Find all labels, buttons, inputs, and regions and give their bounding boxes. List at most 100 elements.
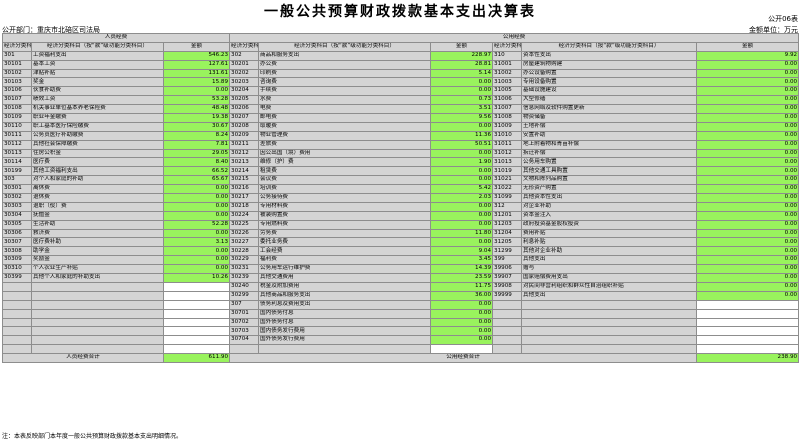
public-right-amount-cell: 0.00 xyxy=(696,104,800,115)
personnel-name-cell: 助学金 xyxy=(31,246,164,257)
table-row: 30702 国外债务付息 0.00 xyxy=(2,317,800,328)
public-mid-amount-cell: 5.14 xyxy=(430,68,494,79)
public-mid-amount-cell: 2.03 xyxy=(430,193,494,203)
personnel-name-cell xyxy=(31,299,164,310)
public-mid-amount-cell: 11.36 xyxy=(430,130,494,141)
table-row: 30302 退休费 0.00 30217 公务接待费 2.03 31099 其他资本性支出 0.… xyxy=(2,193,800,203)
public-right-code-cell: 310 xyxy=(492,50,523,61)
personnel-code-cell: 30111 xyxy=(2,130,32,141)
personnel-code-cell xyxy=(2,308,32,319)
personnel-amount-cell: 29.05 xyxy=(162,148,231,159)
personnel-name-cell: 职业年金缴费 xyxy=(31,113,164,123)
table-row: 30102 津贴补贴 131.61 30202 印刷费 5.14 31002 办公设备购置 0.… xyxy=(2,68,800,79)
personnel-amount-cell xyxy=(162,326,231,337)
personnel-amount-cell: 19.38 xyxy=(162,113,231,123)
personnel-amount-cell: 127.61 xyxy=(162,59,231,70)
personnel-code-cell: 30399 xyxy=(2,273,32,283)
public-mid-name-cell: 电费 xyxy=(258,104,432,115)
public-mid-name-cell: 国外债务付息 xyxy=(258,317,432,328)
public-mid-amount-cell: 0.00 xyxy=(430,210,494,221)
public-right-name-cell: 无形资产购置 xyxy=(521,184,698,195)
personnel-code-cell: 30307 xyxy=(2,237,32,248)
public-mid-name-cell: 工会经费 xyxy=(258,246,432,257)
public-right-code-cell xyxy=(492,344,523,355)
personnel-code-cell xyxy=(2,299,32,310)
col-amount-header: 金额 xyxy=(696,41,800,52)
personnel-code-cell: 30106 xyxy=(2,86,32,97)
table-row: 30108 机关事业单位基本养老保险费 48.48 30206 电费 3.51 31007 信… xyxy=(2,104,800,115)
public-mid-amount-cell: 3.45 xyxy=(430,255,494,266)
footnote: 注：本表反映部门本年度一般公共预算财政拨款基本支出明细情况。 xyxy=(2,433,183,440)
public-right-code-cell: 31203 xyxy=(492,219,523,230)
public-right-amount-cell: 0.00 xyxy=(696,95,800,106)
public-mid-amount-cell: 0.00 xyxy=(430,148,494,159)
public-mid-name-cell: 培训费 xyxy=(258,184,432,195)
personnel-name-cell: 住房公积金 xyxy=(31,148,164,159)
public-right-name-cell: 资本金注入 xyxy=(521,210,698,221)
personnel-amount-cell: 7.81 xyxy=(162,139,231,150)
group-header-row: 人员经费 公用经费 xyxy=(1,33,800,43)
table-row: 30703 国内债务发行费用 0.00 xyxy=(2,326,800,337)
public-mid-amount-cell: 0.00 xyxy=(430,317,494,328)
col-code-header: 经济分类科目编码 xyxy=(2,41,32,52)
public-mid-code-cell: 30240 xyxy=(229,281,260,292)
public-mid-amount-cell: 0.00 xyxy=(430,308,494,319)
column-header-row: 经济分类科目编码 经济分类科目（按“款”级功能分类科目） 金额 经济分类科目编码… xyxy=(2,41,800,52)
public-mid-amount-cell: 228.97 xyxy=(430,50,494,61)
public-mid-name-cell: 取暖费 xyxy=(258,121,432,132)
public-mid-amount-cell: 11.75 xyxy=(430,281,494,292)
personnel-amount-cell: 0.00 xyxy=(162,264,231,275)
personnel-amount-cell: 10.26 xyxy=(162,273,231,283)
public-right-name-cell: 费用补贴 xyxy=(521,228,698,239)
public-mid-code-cell: 30299 xyxy=(229,290,260,301)
public-right-amount-cell: 0.00 xyxy=(696,246,800,257)
public-right-amount-cell: 0.00 xyxy=(696,77,800,88)
table-row: 30103 奖金 15.89 30203 咨询费 0.00 31003 专用设备购置 0.00 xyxy=(2,77,800,88)
table-row: 30306 救济费 0.00 30226 劳务费 11.80 31204 费用补贴 0.00 xyxy=(2,228,800,239)
public-right-name-cell: 专用设备购置 xyxy=(521,77,698,88)
public-right-amount-cell xyxy=(696,299,800,310)
public-right-name-cell: 资本性支出 xyxy=(521,50,698,61)
public-mid-amount-cell: 9.56 xyxy=(430,113,494,123)
public-mid-code-cell: 30218 xyxy=(229,201,260,212)
public-mid-amount-cell: 9.04 xyxy=(430,246,494,257)
personnel-name-cell xyxy=(31,290,164,301)
personnel-code-cell xyxy=(2,281,32,292)
personnel-amount-cell: 52.28 xyxy=(162,219,231,230)
public-mid-name-cell: 差旅费 xyxy=(258,139,432,150)
public-right-code-cell: 31201 xyxy=(492,210,523,221)
public-right-amount-cell: 0.00 xyxy=(696,59,800,70)
personnel-name-cell: 对个人和家庭的补助 xyxy=(31,175,164,186)
public-right-amount-cell: 0.00 xyxy=(696,264,800,275)
personnel-name-cell: 其他个人和家庭的补助支出 xyxy=(31,273,164,283)
public-mid-code-cell: 30202 xyxy=(229,68,260,79)
personnel-name-cell: 奖励金 xyxy=(31,255,164,266)
public-mid-amount-cell: 28.81 xyxy=(430,59,494,70)
table-row: 30701 国内债务付息 0.00 xyxy=(2,308,800,319)
public-right-code-cell: 31022 xyxy=(492,184,523,195)
public-mid-amount-cell: 0.00 xyxy=(430,201,494,212)
form-number: 公开06表 xyxy=(768,15,798,23)
table-row: 30106 伙食补助费 0.00 30204 手续费 0.00 31005 基础设施建设 0.0… xyxy=(2,86,800,97)
personnel-name-cell xyxy=(31,317,164,328)
expenditure-table: 人员经费 公用经费 经济分类科目编码 经济分类科目（按“款”级功能分类科目） 金… xyxy=(1,33,800,363)
table-row: 30310 个人农业生产补贴 0.00 30231 公务用车运行维护费 14.39 3990… xyxy=(2,264,800,275)
public-mid-name-cell: 其他交通费用 xyxy=(258,273,432,283)
public-right-amount-cell: 0.00 xyxy=(696,68,800,79)
public-right-code-cell: 31205 xyxy=(492,237,523,248)
personnel-amount-cell: 30.67 xyxy=(162,121,231,132)
public-total-label: 公用经费合计 xyxy=(229,353,698,363)
table-row: 30301 离休费 0.00 30216 培训费 5.42 31022 无形资产购置 0.00 xyxy=(2,184,800,195)
public-right-name-cell: 对企业补助 xyxy=(521,201,698,212)
public-right-name-cell: 其他资本性支出 xyxy=(521,193,698,203)
public-right-code-cell: 31012 xyxy=(492,148,523,159)
col-name-header: 经济分类科目（按“款”级功能分类科目） xyxy=(521,41,698,52)
personnel-name-cell: 救济费 xyxy=(31,228,164,239)
public-right-name-cell: 房屋建筑物购建 xyxy=(521,59,698,70)
public-right-name-cell: 国家赔偿费用支出 xyxy=(521,273,698,283)
public-mid-code-cell: 30209 xyxy=(229,130,260,141)
public-mid-name-cell: 债务利息及费用支出 xyxy=(258,299,432,310)
public-mid-code-cell: 30216 xyxy=(229,184,260,195)
public-mid-name-cell: 委托业务费 xyxy=(258,237,432,248)
public-mid-code-cell: 30211 xyxy=(229,139,260,150)
